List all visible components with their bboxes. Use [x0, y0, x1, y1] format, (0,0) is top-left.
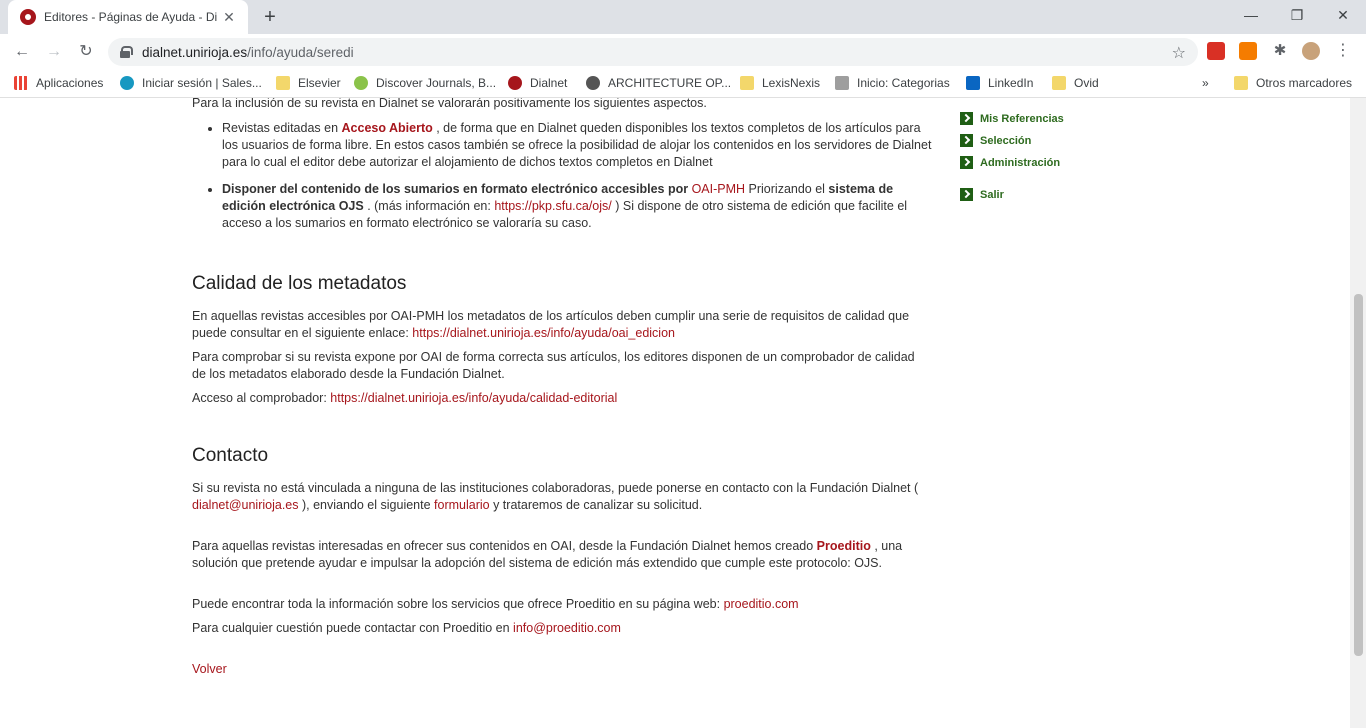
proeditio-link[interactable]: Proeditio [817, 539, 871, 553]
list-item: Disponer del contenido de los sumarios e… [222, 181, 932, 232]
browser-menu-icon[interactable]: ⋮ [1334, 42, 1352, 60]
forward-button[interactable]: → [38, 36, 70, 68]
calidad-editorial-link[interactable]: https://dialnet.unirioja.es/info/ayuda/c… [330, 391, 617, 405]
title-bar: Editores - Páginas de Ayuda - Di ✕ + — ❐… [0, 0, 1366, 34]
extension-sc-icon[interactable] [1239, 42, 1257, 60]
browser-tab[interactable]: Editores - Páginas de Ayuda - Di ✕ [8, 0, 248, 34]
bookmark-star-icon[interactable]: ☆ [1172, 43, 1186, 63]
window-controls: — ❐ ✕ [1228, 0, 1366, 34]
extension-mendeley-icon[interactable] [1207, 42, 1225, 60]
sidebar-item-salir[interactable]: Salir [960, 188, 1004, 201]
page-scrollbar[interactable] [1350, 98, 1366, 728]
comprobador-paragraph: Para comprobar si su revista expone por … [192, 350, 915, 381]
intro-text: Para la inclusión de su revista en Dialn… [192, 98, 707, 110]
proeditio-email-link[interactable]: info@proeditio.com [513, 621, 621, 635]
bookmark-lexisnexis[interactable]: LexisNexis [740, 76, 820, 90]
back-button[interactable]: ← [6, 36, 38, 68]
list-item: Revistas editadas en Acceso Abierto , de… [222, 120, 932, 171]
bookmark-other[interactable]: Otros marcadores [1234, 76, 1352, 90]
bookmark-discover-journals[interactable]: Discover Journals, B... [354, 76, 496, 90]
linkedin-icon [966, 76, 980, 90]
dialnet-favicon-icon [20, 9, 36, 25]
ojs-link[interactable]: https://pkp.sfu.ca/ojs/ [494, 199, 611, 213]
extensions-puzzle-icon[interactable]: ✱ [1271, 42, 1289, 60]
address-bar[interactable]: dialnet.unirioja.es/info/ayuda/seredi ☆ [108, 38, 1198, 66]
proeditio-web-paragraph: Puede encontrar toda la información sobr… [192, 597, 799, 611]
oai-edicion-link[interactable]: https://dialnet.unirioja.es/info/ayuda/o… [412, 326, 675, 340]
globe-icon [586, 76, 600, 90]
page-content: Para la inclusión de su revista en Dialn… [0, 98, 1350, 728]
metadata-heading: Calidad de los metadatos [192, 273, 407, 294]
folder-icon [740, 76, 754, 90]
sidebar-item-seleccion[interactable]: Selección [960, 134, 1031, 147]
minimize-button[interactable]: — [1228, 0, 1274, 30]
bookmark-ovid[interactable]: Ovid [1052, 76, 1099, 90]
bookmark-inicio-categorias[interactable]: Inicio: Categorias [835, 76, 950, 90]
dialnet-email-link[interactable]: dialnet@unirioja.es [192, 498, 299, 512]
folder-icon [1234, 76, 1248, 90]
profile-avatar[interactable] [1302, 42, 1320, 60]
bookmarks-bar: Aplicaciones Iniciar sesión | Sales... E… [0, 70, 1366, 98]
oai-pmh-link[interactable]: OAI-PMH [692, 182, 745, 196]
apps-grid-icon [14, 76, 28, 90]
proeditio-web-link[interactable]: proeditio.com [724, 597, 799, 611]
folder-icon [1052, 76, 1066, 90]
comprobador-access: Acceso al comprobador: https://dialnet.u… [192, 391, 618, 405]
bookmark-salesforce[interactable]: Iniciar sesión | Sales... [120, 76, 262, 90]
arrow-right-icon [960, 134, 973, 147]
salesforce-icon [120, 76, 134, 90]
lock-icon [120, 46, 133, 58]
reload-button[interactable]: ↻ [70, 36, 102, 68]
bookmark-architecture[interactable]: ARCHITECTURE OP... [586, 76, 731, 90]
restore-button[interactable]: ❐ [1274, 0, 1320, 30]
discover-icon [354, 76, 368, 90]
sidebar-item-administracion[interactable]: Administración [960, 156, 1060, 169]
volver-link[interactable]: Volver [192, 661, 922, 678]
criteria-list: Revistas editadas en Acceso Abierto , de… [222, 120, 932, 242]
close-window-button[interactable]: ✕ [1320, 0, 1366, 30]
more-bookmarks-button[interactable]: » [1202, 76, 1209, 90]
scrollbar-thumb[interactable] [1354, 294, 1363, 656]
proeditio-contact-paragraph: Para cualquier cuestión puede contactar … [192, 621, 621, 635]
metadata-paragraph: En aquellas revistas accesibles por OAI-… [192, 309, 910, 340]
new-tab-button[interactable]: + [258, 5, 282, 29]
acceso-abierto-link[interactable]: Acceso Abierto [342, 121, 433, 135]
contact-heading: Contacto [192, 445, 269, 466]
bookmark-elsevier[interactable]: Elsevier [276, 76, 341, 90]
formulario-link[interactable]: formulario [434, 498, 490, 512]
bookmark-apps[interactable]: Aplicaciones [14, 76, 103, 90]
contact-paragraph: Si su revista no está vinculada a ningun… [192, 481, 919, 512]
url-text: dialnet.unirioja.es/info/ayuda/seredi [142, 44, 354, 60]
bookmark-dialnet[interactable]: Dialnet [508, 76, 567, 90]
proeditio-paragraph: Para aquellas revistas interesadas en of… [192, 539, 903, 570]
tab-title: Editores - Páginas de Ayuda - Di [44, 10, 218, 24]
close-tab-icon[interactable]: ✕ [220, 8, 238, 26]
categories-icon [835, 76, 849, 90]
dialnet-icon [508, 76, 522, 90]
arrow-right-icon [960, 156, 973, 169]
folder-icon [276, 76, 290, 90]
bookmark-linkedin[interactable]: LinkedIn [966, 76, 1033, 90]
arrow-right-icon [960, 188, 973, 201]
sidebar-item-mis-referencias[interactable]: Mis Referencias [960, 112, 1064, 125]
arrow-right-icon [960, 112, 973, 125]
